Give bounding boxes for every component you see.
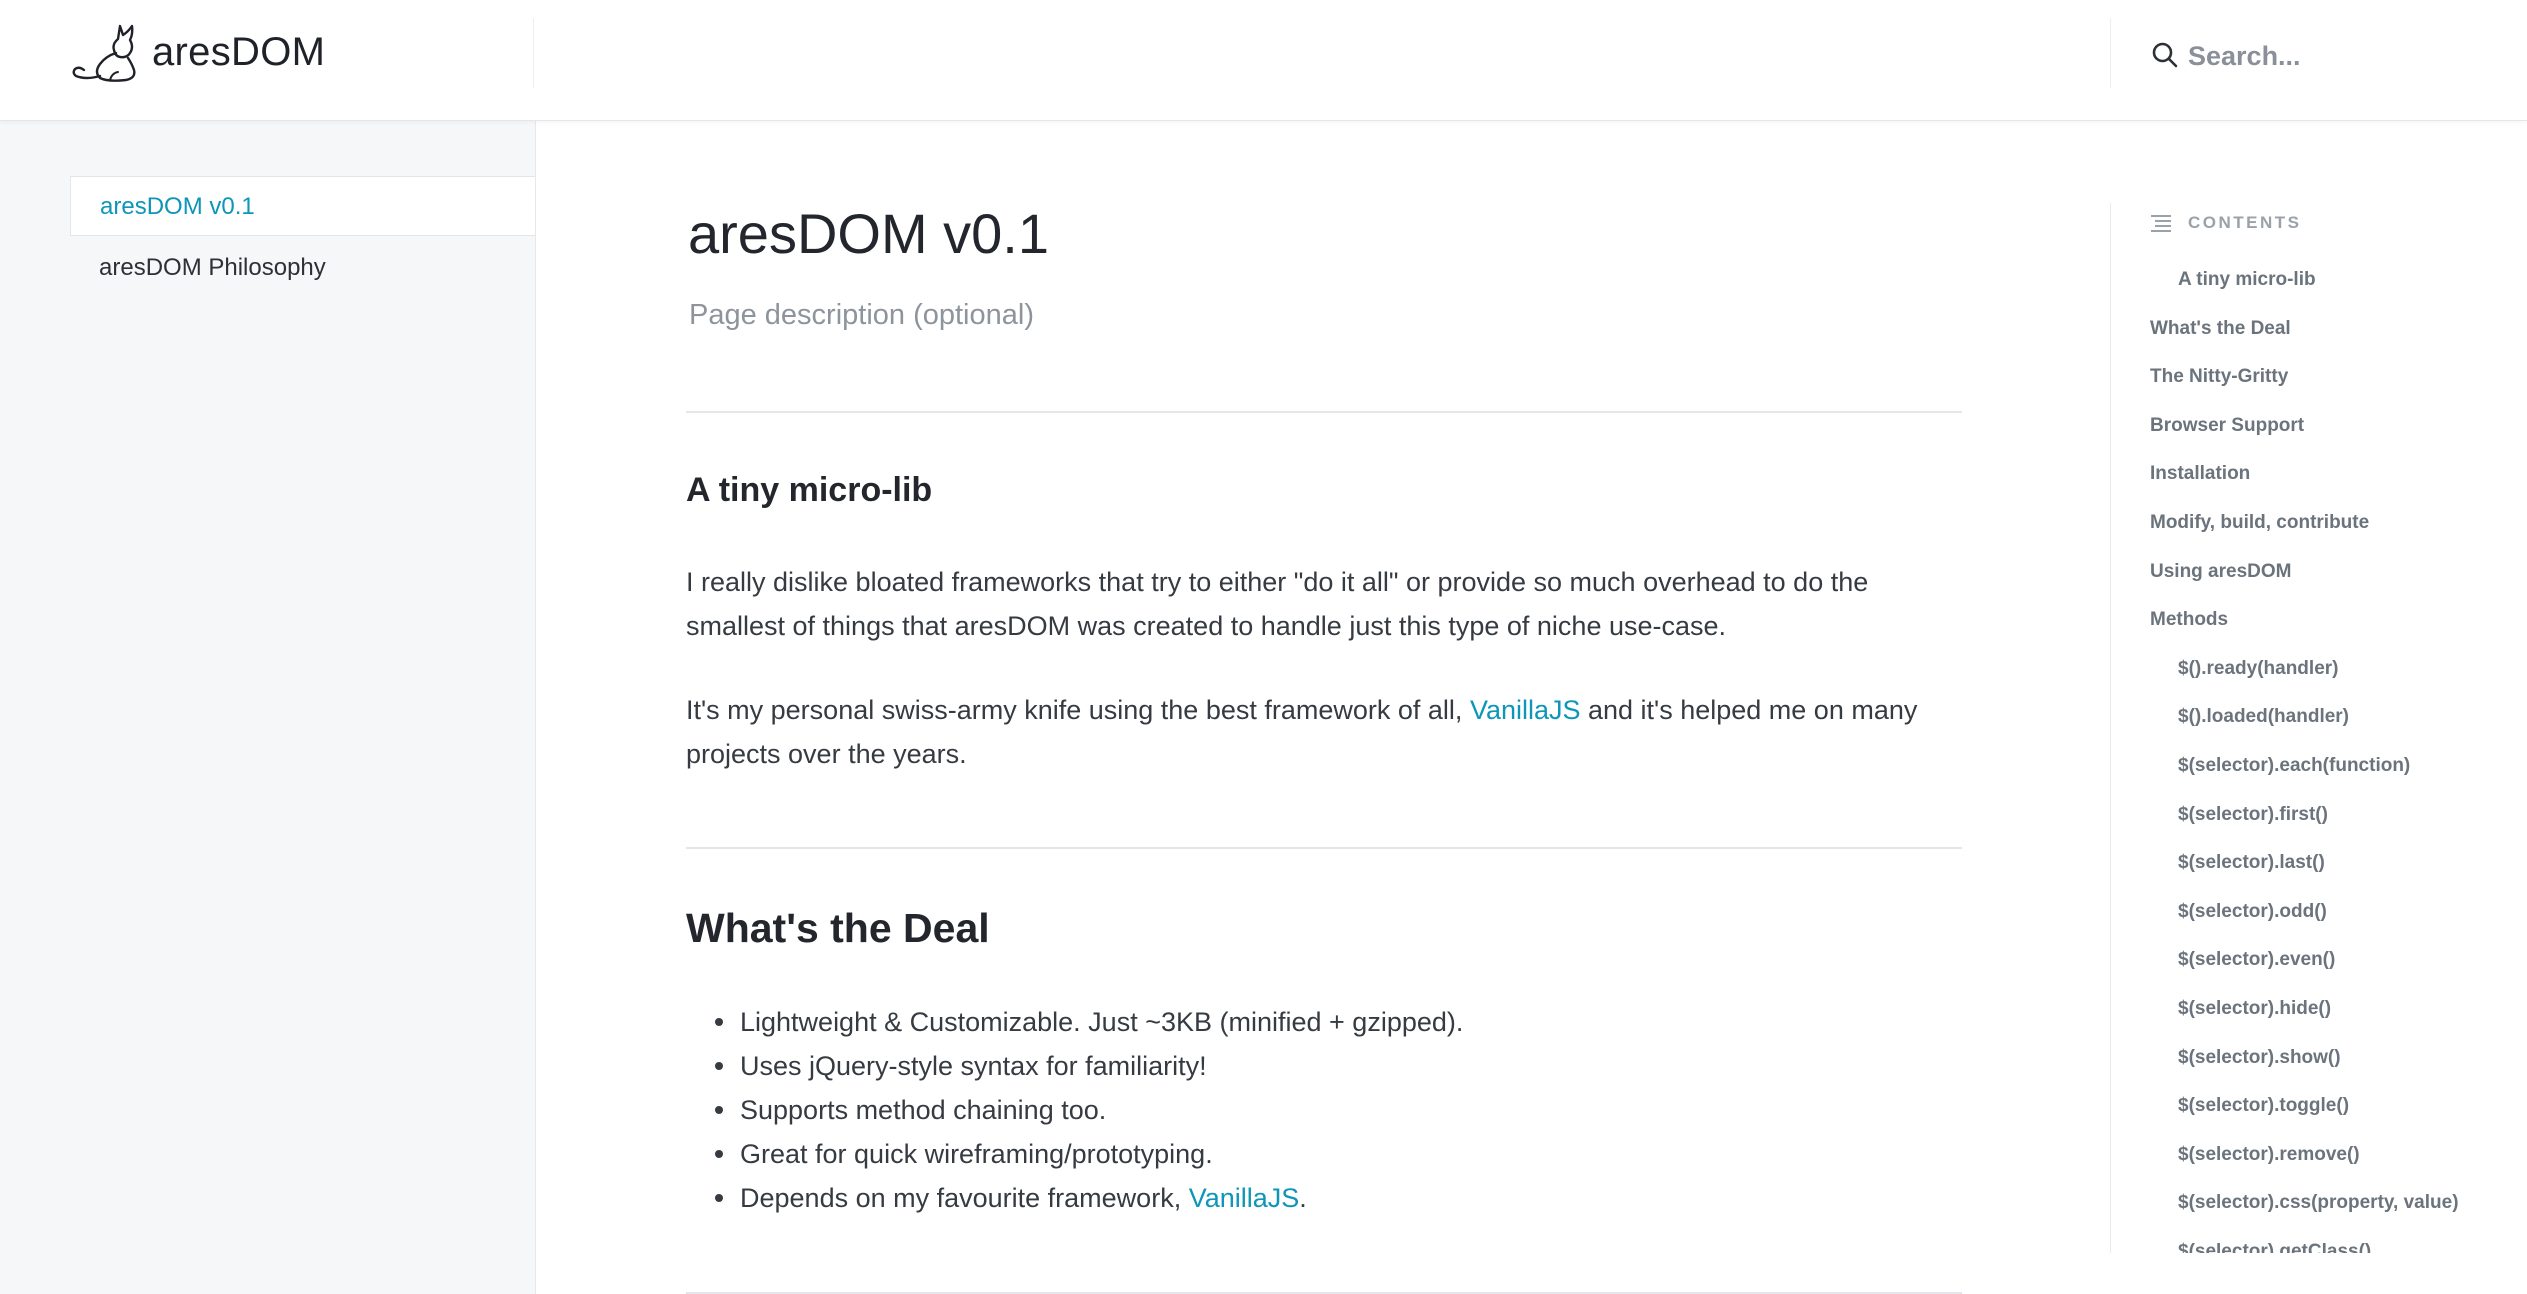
toc-heading-label: CONTENTS	[2188, 213, 2302, 232]
divider	[686, 847, 1962, 849]
left-sidebar: aresDOM v0.1 aresDOM Philosophy	[0, 121, 536, 1294]
toc-item[interactable]: $().ready(handler)	[2178, 658, 2338, 680]
cat-logo-icon	[72, 24, 136, 82]
toc-item[interactable]: $(selector).toggle()	[2178, 1095, 2349, 1117]
toc-item[interactable]: A tiny micro-lib	[2178, 269, 2316, 291]
list-item-text: .	[1299, 1183, 1307, 1213]
search-input[interactable]	[2186, 35, 2510, 77]
section-heading-tiny-micro-lib: A tiny micro-lib	[686, 471, 933, 509]
search-box[interactable]	[2110, 0, 2527, 120]
sidebar-item-label: aresDOM v0.1	[100, 193, 255, 220]
toc-item[interactable]: $(selector).remove()	[2178, 1144, 2360, 1166]
toc-item[interactable]: $(selector).last()	[2178, 852, 2325, 874]
list-item-text: Depends on my favourite framework,	[740, 1183, 1189, 1213]
paragraph-text: It's my personal swiss-army knife using …	[686, 695, 1470, 725]
section-paragraph: I really dislike bloated frameworks that…	[686, 567, 1869, 641]
section-heading-whats-the-deal: What's the Deal	[686, 905, 990, 951]
toc-item[interactable]: $(selector).odd()	[2178, 901, 2327, 923]
toc-item[interactable]: Browser Support	[2150, 415, 2304, 437]
section-paragraph: It's my personal swiss-army knife using …	[686, 688, 1962, 776]
toc-item[interactable]: Using aresDOM	[2150, 561, 2291, 583]
toc-item[interactable]: $().loaded(handler)	[2178, 706, 2349, 728]
toc-item[interactable]: $(selector).getClass()	[2178, 1241, 2371, 1253]
list-item: Great for quick wireframing/prototyping.	[686, 1132, 1463, 1176]
top-header: aresDOM	[0, 0, 2527, 121]
page-title: aresDOM v0.1	[688, 202, 1049, 265]
sidebar-item-label: aresDOM Philosophy	[99, 254, 326, 281]
divider	[686, 411, 1962, 413]
toc-item[interactable]: $(selector).show()	[2178, 1047, 2341, 1069]
toc-item[interactable]: $(selector).css(property, value)	[2178, 1192, 2459, 1214]
toc-item[interactable]: Methods	[2150, 609, 2228, 631]
sidebar-item-aresdom-philosophy[interactable]: aresDOM Philosophy	[70, 238, 535, 298]
list-item: Lightweight & Customizable. Just ~3KB (m…	[686, 1000, 1463, 1044]
toc-item[interactable]: $(selector).first()	[2178, 804, 2328, 826]
search-icon	[2152, 42, 2178, 68]
toc-border	[2110, 203, 2111, 1253]
toc-item[interactable]: Modify, build, contribute	[2150, 512, 2369, 534]
toc-item[interactable]: Installation	[2150, 463, 2250, 485]
toc-item[interactable]: $(selector).even()	[2178, 949, 2335, 971]
list-item: Supports method chaining too.	[686, 1088, 1463, 1132]
sidebar-item-aresdom-v01[interactable]: aresDOM v0.1	[70, 176, 535, 236]
toc-item[interactable]: $(selector).hide()	[2178, 998, 2331, 1020]
contents-list-icon	[2151, 215, 2171, 232]
page-description: Page description (optional)	[689, 299, 1034, 331]
logo-text: aresDOM	[152, 29, 326, 74]
main-content: aresDOM v0.1 Page description (optional)…	[536, 121, 2110, 1294]
toc-item[interactable]: $(selector).each(function)	[2178, 755, 2410, 777]
list-item: Depends on my favourite framework, Vanil…	[686, 1176, 1463, 1220]
toc-item[interactable]: What's the Deal	[2150, 318, 2291, 340]
vanillajs-link[interactable]: VanillaJS	[1189, 1183, 1300, 1213]
brand-logo[interactable]: aresDOM	[70, 20, 325, 84]
toc-item[interactable]: The Nitty-Gritty	[2150, 366, 2288, 388]
list-item: Uses jQuery-style syntax for familiarity…	[686, 1044, 1463, 1088]
header-divider	[533, 18, 534, 88]
toc-heading: CONTENTS	[2150, 213, 2302, 233]
vanillajs-link[interactable]: VanillaJS	[1470, 695, 1581, 725]
feature-list: Lightweight & Customizable. Just ~3KB (m…	[686, 1000, 1463, 1220]
toc-list: A tiny micro-lib What's the Deal The Nitty…	[2150, 251, 2527, 1253]
table-of-contents: CONTENTS A tiny micro-lib What's the Deal…	[2110, 121, 2527, 1294]
